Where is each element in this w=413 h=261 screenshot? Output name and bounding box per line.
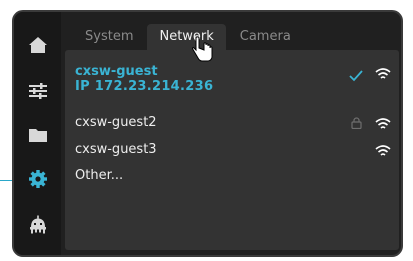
network-ssid: cxsw-guest2 xyxy=(75,115,157,130)
network-item-cxsw-guest2[interactable]: cxsw-guest2 xyxy=(75,115,397,135)
network-ssid: cxsw-guest3 xyxy=(75,142,157,157)
network-list: cxsw-guest IP 172.23.214.236 cxsw-guest2 xyxy=(65,50,399,250)
tab-system[interactable]: System xyxy=(73,24,145,50)
sidebar-item-settings[interactable] xyxy=(14,160,61,198)
robot-icon xyxy=(29,215,46,234)
sliders-icon xyxy=(28,83,47,99)
network-item-cxsw-guest[interactable]: cxsw-guest IP 172.23.214.236 xyxy=(75,64,397,104)
wifi-icon xyxy=(375,68,391,79)
folder-icon xyxy=(28,129,47,142)
hand-cursor-icon xyxy=(192,35,213,62)
device-screen: System Network Camera cxsw-guest IP 172.… xyxy=(12,10,403,257)
wifi-icon xyxy=(375,118,391,129)
sidebar-item-robot[interactable] xyxy=(14,206,61,244)
sidebar xyxy=(14,12,61,255)
gear-icon xyxy=(28,170,47,188)
network-item-cxsw-guest3[interactable]: cxsw-guest3 xyxy=(75,142,397,162)
tab-camera[interactable]: Camera xyxy=(228,24,303,50)
other-network-label: Other... xyxy=(75,168,124,183)
wifi-icon xyxy=(375,145,391,156)
sidebar-item-settings-sliders[interactable] xyxy=(14,72,61,110)
sidebar-item-files[interactable] xyxy=(14,116,61,154)
tab-bar: System Network Camera xyxy=(73,24,305,50)
tab-network[interactable]: Network xyxy=(147,24,226,50)
home-icon xyxy=(28,37,47,53)
sidebar-item-home[interactable] xyxy=(14,26,61,64)
check-icon xyxy=(349,70,363,82)
network-item-other[interactable]: Other... xyxy=(75,168,397,188)
lock-icon xyxy=(351,117,362,129)
